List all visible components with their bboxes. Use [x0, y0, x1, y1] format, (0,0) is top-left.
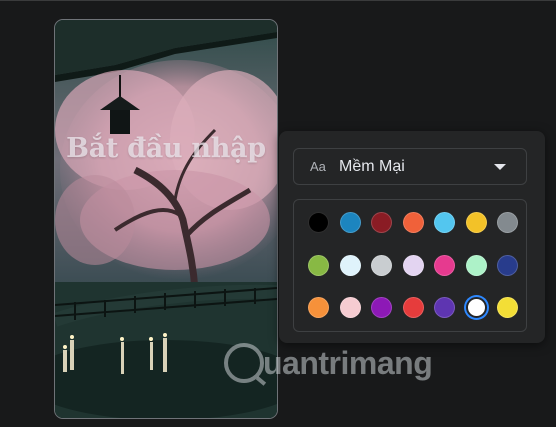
- font-icon: Aa: [310, 159, 326, 174]
- color-swatch[interactable]: [371, 212, 392, 233]
- text-style-panel: Aa Mềm Mại: [279, 131, 545, 343]
- color-swatch[interactable]: [497, 212, 518, 233]
- watermark: uantrimang: [224, 338, 433, 388]
- chevron-down-icon: [494, 164, 506, 170]
- color-swatch[interactable]: [465, 297, 487, 318]
- color-palette: [293, 199, 527, 332]
- color-swatch[interactable]: [371, 297, 392, 318]
- color-swatch[interactable]: [434, 297, 455, 318]
- color-swatch[interactable]: [339, 254, 361, 276]
- color-swatch[interactable]: [497, 254, 518, 276]
- color-swatch[interactable]: [371, 254, 392, 276]
- color-swatch[interactable]: [465, 212, 487, 233]
- color-swatch[interactable]: [434, 212, 455, 233]
- color-swatch[interactable]: [402, 212, 424, 233]
- selected-font-label: Mềm Mại: [339, 157, 405, 175]
- color-swatch[interactable]: [339, 212, 361, 233]
- color-swatch[interactable]: [339, 297, 361, 318]
- color-swatch[interactable]: [465, 254, 487, 276]
- story-text-placeholder[interactable]: Bắt đầu nhập: [55, 133, 277, 164]
- color-swatch[interactable]: [402, 297, 424, 318]
- color-swatch[interactable]: [308, 297, 329, 318]
- color-swatch[interactable]: [402, 254, 424, 276]
- top-divider: [0, 0, 556, 1]
- color-swatch[interactable]: [434, 254, 455, 276]
- watermark-logo-icon: [224, 343, 264, 383]
- color-swatch[interactable]: [497, 297, 518, 318]
- color-swatch[interactable]: [308, 254, 329, 276]
- font-dropdown[interactable]: Aa Mềm Mại: [293, 148, 527, 185]
- color-swatch[interactable]: [308, 212, 329, 233]
- watermark-text: uantrimang: [263, 344, 433, 381]
